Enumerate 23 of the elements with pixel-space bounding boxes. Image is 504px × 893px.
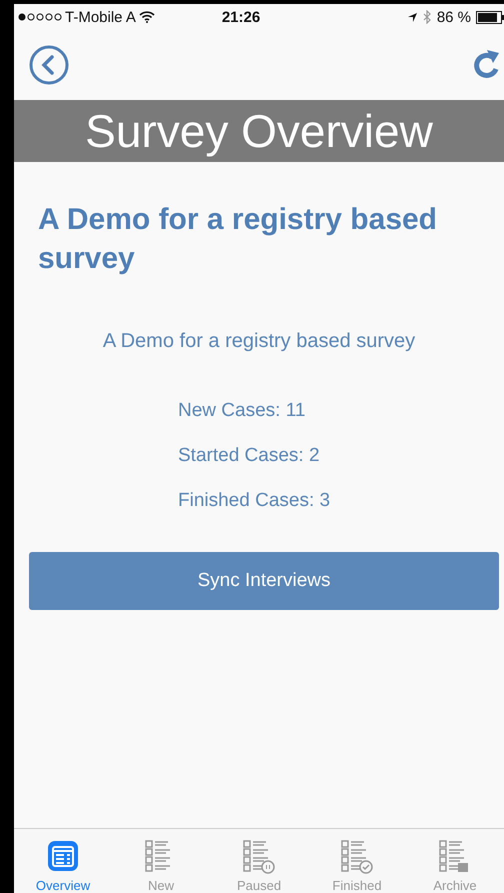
survey-description: A Demo for a registry based survey (102, 330, 416, 353)
case-count: New Cases: 11 (178, 400, 306, 422)
battery-percent: 86 % (436, 8, 472, 26)
bluetooth-icon (422, 10, 432, 24)
carrier-name: T-Mobile A (65, 8, 136, 26)
status-time: 21:26 (220, 8, 262, 26)
location-arrow-icon (406, 12, 418, 22)
case-count: Started Cases: 2 (178, 445, 321, 467)
case-count: Finished Cases: 3 (178, 490, 332, 512)
signal-icon (18, 13, 62, 21)
tab[interactable]: Finished (308, 829, 406, 893)
list-pause-icon (242, 839, 276, 875)
survey-name: A Demo for a registry based survey (38, 202, 438, 277)
list-check-icon (340, 839, 374, 875)
tab[interactable]: Paused (210, 829, 308, 893)
battery-icon (476, 10, 504, 24)
wifi-icon (138, 11, 155, 23)
tab[interactable]: Overview (14, 829, 112, 893)
page-title: Survey Overview (14, 100, 504, 162)
back-icon[interactable] (29, 45, 69, 85)
tab[interactable]: Archive (406, 829, 504, 893)
tab[interactable]: New (112, 829, 210, 893)
sync-button[interactable]: Sync Interviews (29, 552, 499, 610)
